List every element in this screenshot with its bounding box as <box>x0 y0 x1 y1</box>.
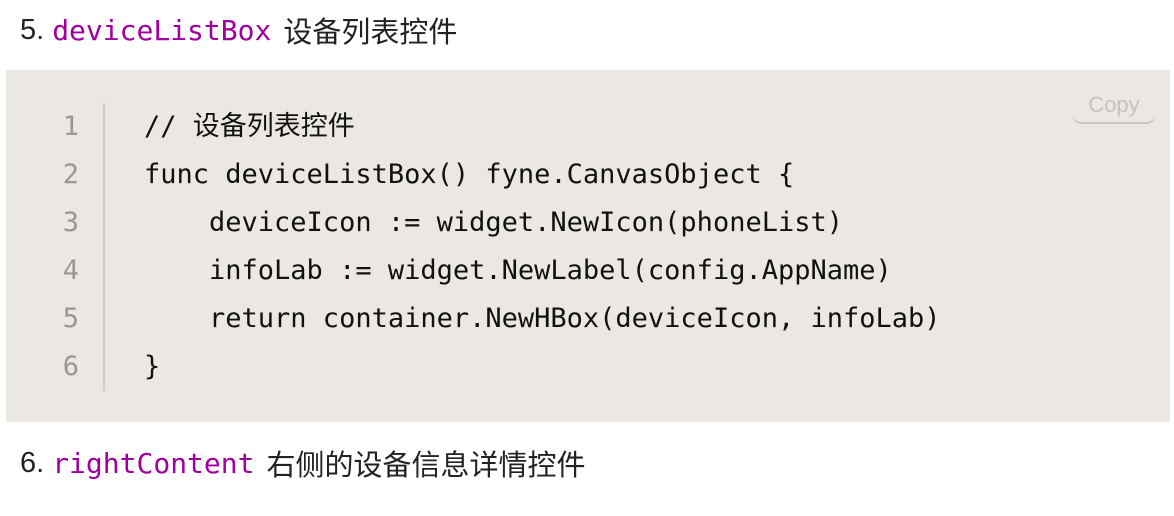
line-number-gutter: 1 2 3 4 5 6 <box>6 103 105 391</box>
section-identifier: deviceListBox <box>52 13 272 47</box>
code-line: infoLab := widget.NewLabel(config.AppNam… <box>144 255 892 286</box>
code-content: // 设备列表控件 func deviceListBox() fyne.Canv… <box>144 103 1144 391</box>
section-description: 设备列表控件 <box>283 15 458 49</box>
section-identifier: rightContent <box>52 446 255 480</box>
line-number: 5 <box>62 303 79 334</box>
code-line: // 设备列表控件 <box>144 111 355 142</box>
line-number: 4 <box>62 255 79 286</box>
code-block: Copy 1 2 3 4 5 6 // 设备列表控件 func deviceLi… <box>6 70 1170 422</box>
section-heading-5: 5. deviceListBox 设备列表控件 <box>20 10 457 50</box>
line-number: 6 <box>62 351 79 382</box>
section-description: 右侧的设备信息详情控件 <box>266 448 586 482</box>
code-line: func deviceListBox() fyne.CanvasObject { <box>144 159 795 190</box>
code-line: return container.NewHBox(deviceIcon, inf… <box>144 303 941 334</box>
code-line: deviceIcon := widget.NewIcon(phoneList) <box>144 207 843 238</box>
line-number: 2 <box>62 159 79 190</box>
section-heading-6: 6. rightContent 右侧的设备信息详情控件 <box>20 443 586 483</box>
section-number: 6. <box>20 446 45 479</box>
code-line: } <box>144 351 161 382</box>
section-number: 5. <box>20 13 45 46</box>
line-number: 1 <box>62 111 79 142</box>
line-number: 3 <box>62 207 79 238</box>
